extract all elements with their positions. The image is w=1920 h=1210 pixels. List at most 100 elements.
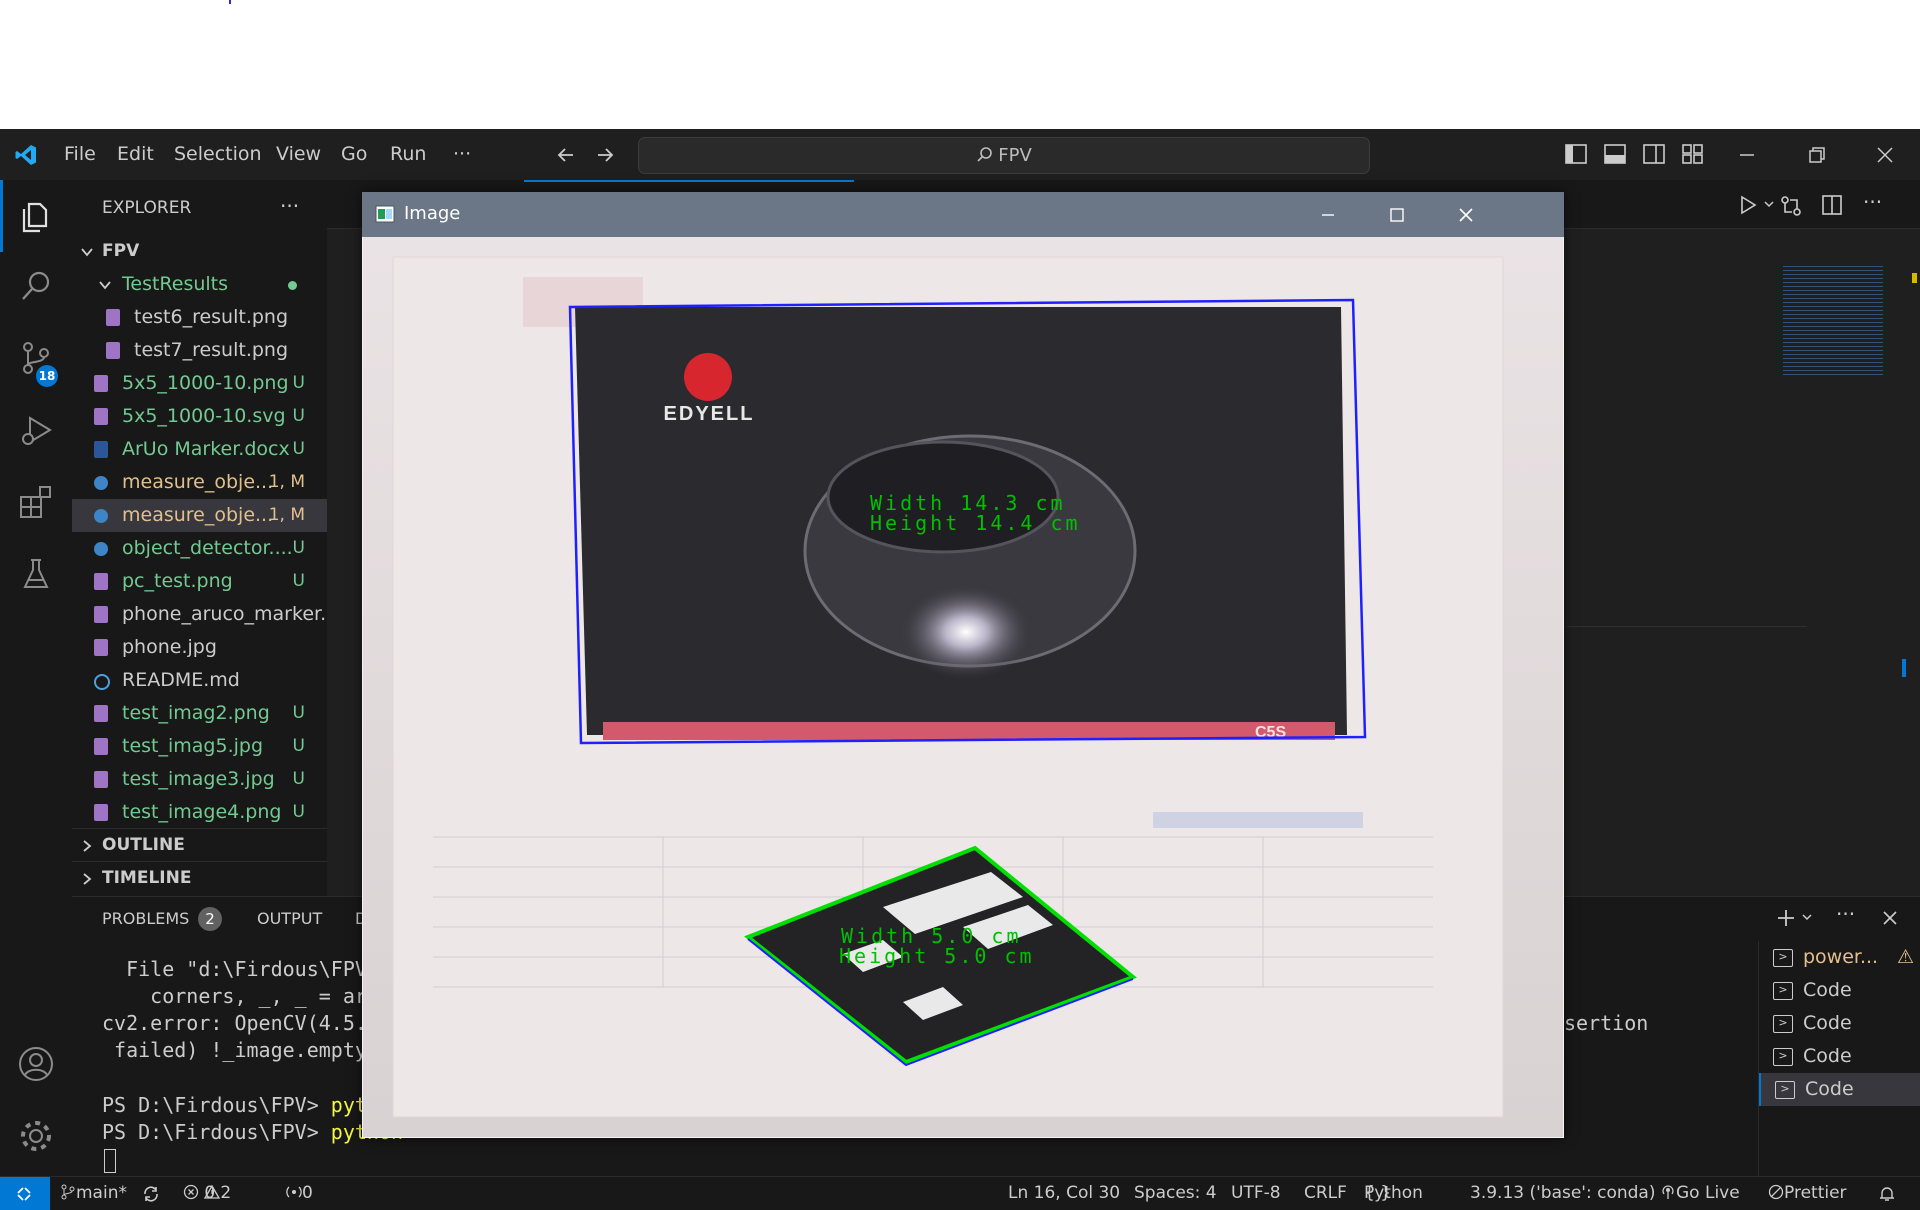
explorer-files-icon[interactable]: [18, 198, 54, 234]
search-text: FPV: [998, 145, 1032, 166]
manage-gear-icon[interactable]: [16, 1116, 56, 1156]
extensions-icon[interactable]: [18, 484, 54, 520]
minimize-icon[interactable]: [1736, 144, 1758, 166]
tab-problems[interactable]: PROBLEMS: [102, 909, 189, 928]
terminal-list-item[interactable]: > Code: [1759, 1007, 1920, 1040]
activity-active-indicator: [0, 180, 3, 252]
activity-bar: 18: [0, 180, 72, 1176]
menu-go[interactable]: Go: [341, 129, 367, 180]
explorer-file-item[interactable]: test_image3.jpg U: [72, 763, 327, 796]
toggle-primary-sidebar-icon[interactable]: [1564, 143, 1588, 165]
terminal-line: cv2.error: OpenCV(4.5.: [102, 1011, 367, 1035]
close-window-icon[interactable]: [1874, 144, 1896, 166]
new-terminal-plus-icon[interactable]: [1775, 907, 1797, 929]
folder-testresults[interactable]: TestResults: [72, 268, 327, 301]
forward-arrow-icon[interactable]: [594, 144, 616, 166]
split-editor-icon[interactable]: [1821, 194, 1843, 216]
back-arrow-icon[interactable]: [555, 144, 577, 166]
remote-indicator[interactable]: [0, 1177, 50, 1210]
explorer-file-item[interactable]: test_imag2.png U: [72, 697, 327, 730]
explorer-file-item[interactable]: ArUo Marker.docx U: [72, 433, 327, 466]
toggle-secondary-sidebar-icon[interactable]: [1642, 143, 1666, 165]
explorer-file-item[interactable]: test6_result.png: [72, 301, 327, 334]
toggle-panel-icon[interactable]: [1603, 143, 1627, 165]
search-view-icon[interactable]: [18, 268, 54, 304]
remote-icon: [17, 1187, 31, 1201]
accounts-icon[interactable]: [16, 1044, 56, 1084]
scrollbar-marker: [1902, 659, 1906, 677]
chevron-down-icon[interactable]: [1801, 911, 1813, 923]
branch-item[interactable]: main*: [60, 1177, 127, 1210]
menu-edit[interactable]: Edit: [117, 129, 154, 180]
menu-selection[interactable]: Selection: [174, 129, 262, 180]
go-live-icon: [1662, 1185, 1674, 1199]
explorer-file-item[interactable]: test_imag5.jpg U: [72, 730, 327, 763]
ports-status[interactable]: 0: [286, 1177, 313, 1210]
file-name: measure_obje...: [122, 504, 274, 526]
explorer-file-item[interactable]: measure_obje... 1, M: [72, 466, 327, 499]
image-window-titlebar[interactable]: Image: [362, 192, 1564, 237]
image-file-icon: [94, 804, 108, 821]
menu-view[interactable]: View: [276, 129, 321, 180]
timeline-section[interactable]: TIMELINE: [72, 861, 327, 895]
terminal-list-item[interactable]: > Code: [1759, 1040, 1920, 1073]
explorer-file-item[interactable]: phone.jpg: [72, 631, 327, 664]
explorer-file-item[interactable]: 5x5_1000-10.svg U: [72, 400, 327, 433]
explorer-file-item[interactable]: README.md: [72, 664, 327, 697]
minimap: [1783, 266, 1883, 376]
terminal-list-item[interactable]: > Code: [1759, 1073, 1920, 1106]
notifications-bell-icon[interactable]: [1878, 1185, 1896, 1203]
prettier-status[interactable]: Prettier: [1768, 1177, 1847, 1210]
python-file-icon: [94, 542, 108, 556]
panel-more-button[interactable]: ···: [1836, 902, 1855, 926]
image-file-icon: [94, 705, 108, 722]
close-panel-icon[interactable]: [1880, 908, 1900, 928]
search-icon: [977, 147, 993, 162]
explorer-file-item[interactable]: test_image4.png U: [72, 796, 327, 829]
terminal-prompt-line: PS D:\Firdous\FPV> python: [102, 1120, 403, 1144]
explorer-file-item[interactable]: object_detector.... U: [72, 532, 327, 565]
explorer-more-button[interactable]: ···: [280, 194, 299, 218]
editor-more-button[interactable]: ···: [1863, 190, 1882, 214]
image-file-icon: [94, 738, 108, 755]
go-live-button[interactable]: Go Live: [1660, 1177, 1740, 1210]
outline-section[interactable]: OUTLINE: [72, 828, 327, 862]
compare-changes-icon[interactable]: [1779, 194, 1803, 218]
tab-output[interactable]: OUTPUT: [257, 909, 322, 928]
python-interpreter[interactable]: 3.9.13 ('base': conda): [1470, 1177, 1655, 1210]
encoding[interactable]: UTF-8: [1231, 1177, 1281, 1210]
minimize-icon[interactable]: [1318, 205, 1338, 225]
problems-status[interactable]: 0 2: [183, 1177, 231, 1210]
customize-layout-icon[interactable]: [1681, 143, 1705, 165]
terminal-list-item[interactable]: > power... ⚠: [1759, 941, 1920, 974]
file-name: test_image4.png: [122, 801, 282, 823]
explorer-file-item[interactable]: test7_result.png: [72, 334, 327, 367]
minimap-marker: [1912, 273, 1917, 283]
explorer-root-folder[interactable]: FPV: [72, 235, 327, 268]
testing-flask-icon[interactable]: [18, 556, 54, 592]
explorer-file-item[interactable]: measure_obje... 1, M: [72, 499, 327, 532]
sync-icon[interactable]: [142, 1185, 160, 1203]
chevron-down-icon: [81, 248, 93, 257]
info-icon: [94, 674, 110, 690]
restore-icon[interactable]: [1806, 144, 1828, 166]
explorer-file-item[interactable]: phone_aruco_marker....: [72, 598, 344, 631]
file-name: test_imag5.jpg: [122, 735, 264, 757]
indentation[interactable]: Spaces: 4: [1134, 1177, 1217, 1210]
end-of-line[interactable]: CRLF: [1304, 1177, 1347, 1210]
terminal-list-item[interactable]: > Code: [1759, 974, 1920, 1007]
run-debug-icon[interactable]: [18, 412, 54, 448]
run-file-icon[interactable]: [1737, 194, 1759, 216]
menu-file[interactable]: File: [64, 129, 96, 180]
explorer-file-item[interactable]: pc_test.png U: [72, 565, 327, 598]
cursor-position[interactable]: Ln 16, Col 30: [1008, 1177, 1120, 1210]
git-status-badge: U: [292, 571, 305, 591]
chevron-down-icon[interactable]: [1763, 198, 1775, 210]
menu-more[interactable]: ···: [453, 129, 471, 180]
menu-run[interactable]: Run: [390, 129, 426, 180]
close-icon[interactable]: [1456, 205, 1476, 225]
command-center-search[interactable]: FPV: [638, 137, 1370, 174]
explorer-file-item[interactable]: 5x5_1000-10.png U: [72, 367, 327, 400]
prompt-text: PS D:\Firdous\FPV>: [102, 1093, 331, 1117]
maximize-icon[interactable]: [1387, 205, 1407, 225]
